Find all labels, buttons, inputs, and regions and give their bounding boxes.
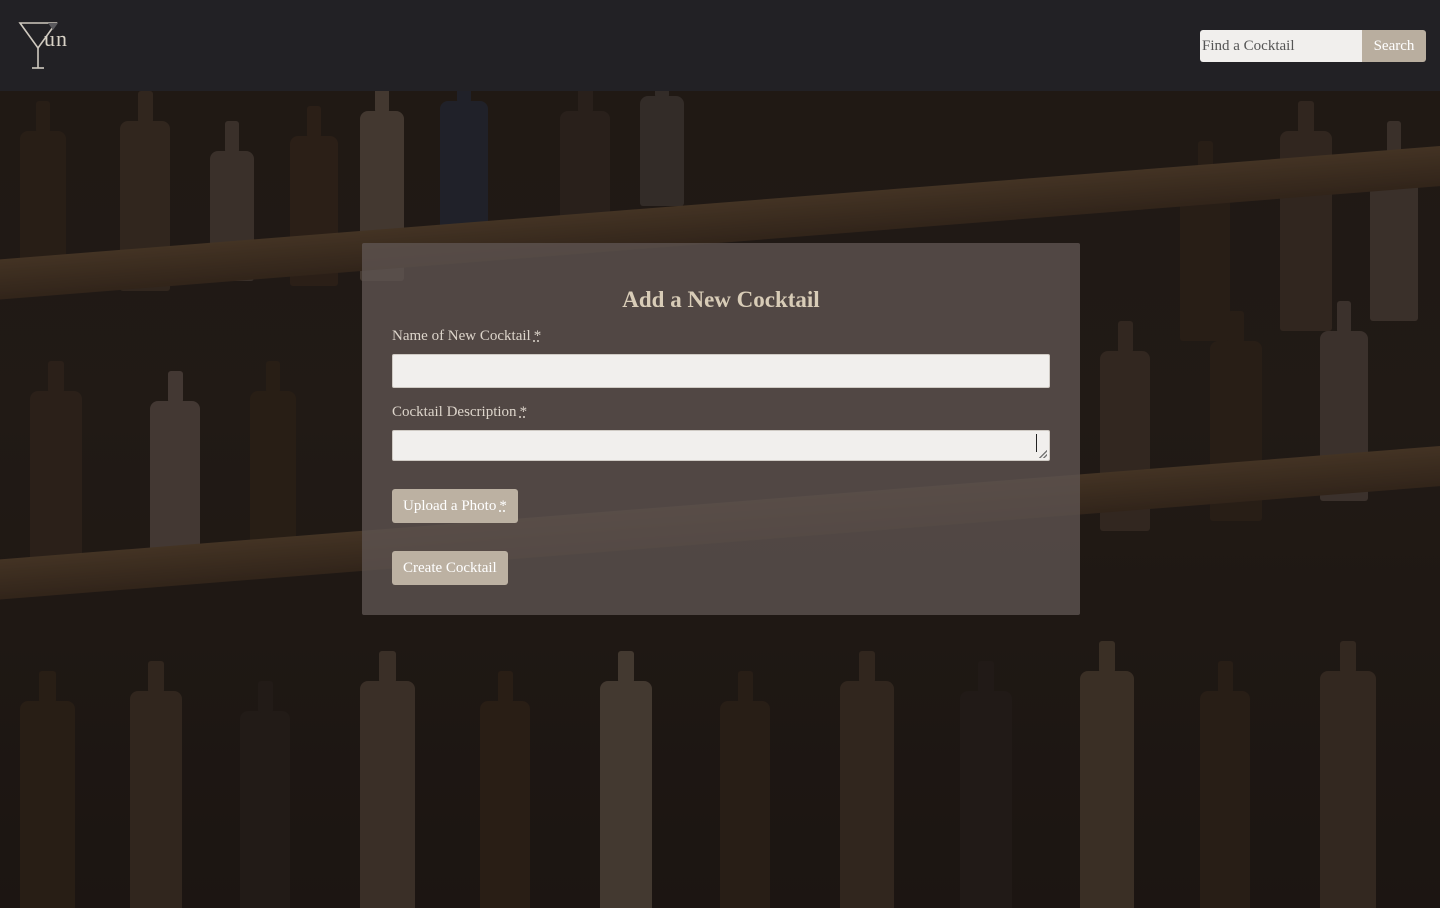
upload-photo-button[interactable]: Upload a Photo * [392, 489, 518, 523]
cocktail-description-textarea[interactable] [392, 430, 1050, 461]
upload-label: Upload a Photo [403, 497, 497, 514]
name-label-text: Name of New Cocktail [392, 328, 531, 344]
required-asterisk: * [499, 497, 507, 514]
resize-handle-icon[interactable] [1039, 450, 1047, 458]
create-cocktail-button[interactable]: Create Cocktail [392, 551, 508, 585]
form-title: Add a New Cocktail [622, 287, 820, 312]
text-caret [1036, 434, 1037, 452]
search-bar: Search [1200, 30, 1426, 62]
cocktail-name-input[interactable] [392, 354, 1050, 388]
required-asterisk: * [533, 328, 542, 344]
search-button[interactable]: Search [1362, 30, 1426, 62]
name-label: Name of New Cocktail * [392, 328, 541, 345]
add-cocktail-form: Add a New Cocktail Name of New Cocktail *… [362, 243, 1080, 615]
navbar: un Search [0, 0, 1440, 91]
logo-text: un [44, 26, 68, 51]
description-label-text: Cocktail Description [392, 404, 517, 420]
required-asterisk: * [519, 404, 528, 420]
description-label: Cocktail Description * [392, 404, 527, 421]
search-input[interactable] [1200, 30, 1362, 62]
